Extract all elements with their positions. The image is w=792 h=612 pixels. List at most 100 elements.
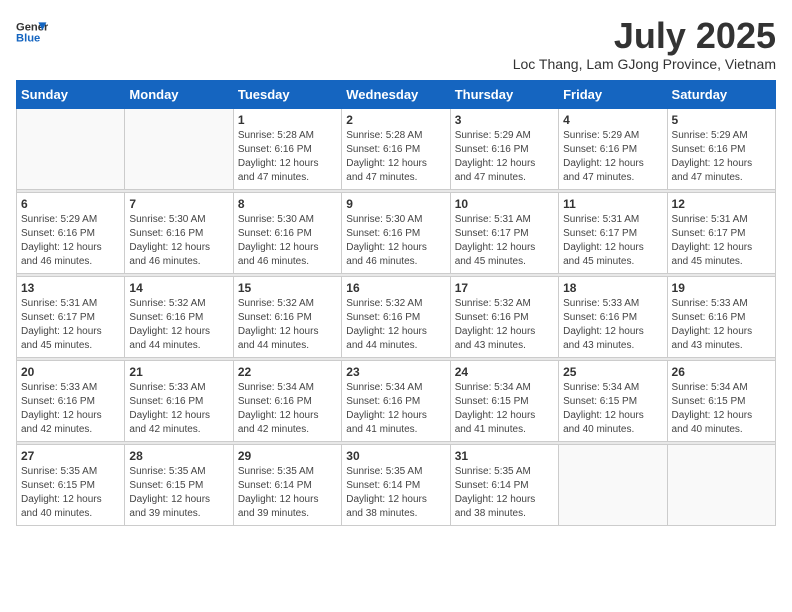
calendar-week-row: 13 Sunrise: 5:31 AM Sunset: 6:17 PM Dayli… [17,276,776,357]
day-info: Sunrise: 5:30 AM Sunset: 6:16 PM Dayligh… [129,213,228,269]
day-info: Sunrise: 5:34 AM Sunset: 6:16 PM Dayligh… [346,381,445,437]
day-number: 29 [238,449,337,463]
day-info: Sunrise: 5:34 AM Sunset: 6:15 PM Dayligh… [672,381,771,437]
day-number: 3 [455,113,554,127]
day-number: 25 [563,365,662,379]
day-number: 11 [563,197,662,211]
day-number: 13 [21,281,120,295]
weekday-header-saturday: Saturday [667,80,775,108]
calendar-week-row: 6 Sunrise: 5:29 AM Sunset: 6:16 PM Daylig… [17,192,776,273]
day-info: Sunrise: 5:34 AM Sunset: 6:16 PM Dayligh… [238,381,337,437]
calendar-cell [559,444,667,525]
day-number: 6 [21,197,120,211]
calendar-cell: 5 Sunrise: 5:29 AM Sunset: 6:16 PM Daylig… [667,108,775,189]
day-info: Sunrise: 5:35 AM Sunset: 6:14 PM Dayligh… [346,465,445,521]
logo-icon: General Blue [16,16,48,48]
day-info: Sunrise: 5:35 AM Sunset: 6:14 PM Dayligh… [455,465,554,521]
calendar-cell: 3 Sunrise: 5:29 AM Sunset: 6:16 PM Daylig… [450,108,558,189]
calendar-cell: 13 Sunrise: 5:31 AM Sunset: 6:17 PM Dayli… [17,276,125,357]
day-number: 21 [129,365,228,379]
calendar-table: SundayMondayTuesdayWednesdayThursdayFrid… [16,80,776,526]
day-info: Sunrise: 5:34 AM Sunset: 6:15 PM Dayligh… [563,381,662,437]
calendar-cell: 4 Sunrise: 5:29 AM Sunset: 6:16 PM Daylig… [559,108,667,189]
day-info: Sunrise: 5:33 AM Sunset: 6:16 PM Dayligh… [129,381,228,437]
calendar-cell [125,108,233,189]
calendar-cell: 22 Sunrise: 5:34 AM Sunset: 6:16 PM Dayli… [233,360,341,441]
day-number: 5 [672,113,771,127]
calendar-cell: 8 Sunrise: 5:30 AM Sunset: 6:16 PM Daylig… [233,192,341,273]
calendar-cell: 31Sunrise: 5:35 AM Sunset: 6:14 PM Dayli… [450,444,558,525]
location: Loc Thang, Lam GJong Province, Vietnam [513,56,776,72]
calendar-cell: 16 Sunrise: 5:32 AM Sunset: 6:16 PM Dayli… [342,276,450,357]
calendar-cell: 20 Sunrise: 5:33 AM Sunset: 6:16 PM Dayli… [17,360,125,441]
calendar-cell [17,108,125,189]
day-info: Sunrise: 5:30 AM Sunset: 6:16 PM Dayligh… [238,213,337,269]
day-info: Sunrise: 5:29 AM Sunset: 6:16 PM Dayligh… [455,129,554,185]
calendar-cell: 19 Sunrise: 5:33 AM Sunset: 6:16 PM Dayli… [667,276,775,357]
day-info: Sunrise: 5:33 AM Sunset: 6:16 PM Dayligh… [21,381,120,437]
day-info: Sunrise: 5:32 AM Sunset: 6:16 PM Dayligh… [346,297,445,353]
day-number: 15 [238,281,337,295]
weekday-header-row: SundayMondayTuesdayWednesdayThursdayFrid… [17,80,776,108]
month-year: July 2025 [513,16,776,56]
calendar-cell: 29 Sunrise: 5:35 AM Sunset: 6:14 PM Dayli… [233,444,341,525]
calendar-week-row: 27 Sunrise: 5:35 AM Sunset: 6:15 PM Dayli… [17,444,776,525]
calendar-cell: 2 Sunrise: 5:28 AM Sunset: 6:16 PM Daylig… [342,108,450,189]
day-info: Sunrise: 5:31 AM Sunset: 6:17 PM Dayligh… [563,213,662,269]
calendar-cell: 17 Sunrise: 5:32 AM Sunset: 6:16 PM Dayli… [450,276,558,357]
day-info: Sunrise: 5:32 AM Sunset: 6:16 PM Dayligh… [129,297,228,353]
day-info: Sunrise: 5:33 AM Sunset: 6:16 PM Dayligh… [672,297,771,353]
calendar-cell: 21 Sunrise: 5:33 AM Sunset: 6:16 PM Dayli… [125,360,233,441]
day-number: 30 [346,449,445,463]
svg-text:Blue: Blue [16,33,40,45]
calendar-cell [667,444,775,525]
calendar-cell: 1 Sunrise: 5:28 AM Sunset: 6:16 PM Daylig… [233,108,341,189]
day-number: 19 [672,281,771,295]
day-info: Sunrise: 5:28 AM Sunset: 6:16 PM Dayligh… [238,129,337,185]
day-info: Sunrise: 5:32 AM Sunset: 6:16 PM Dayligh… [455,297,554,353]
day-info: Sunrise: 5:33 AM Sunset: 6:16 PM Dayligh… [563,297,662,353]
weekday-header-thursday: Thursday [450,80,558,108]
weekday-header-monday: Monday [125,80,233,108]
day-info: Sunrise: 5:31 AM Sunset: 6:17 PM Dayligh… [21,297,120,353]
day-info: Sunrise: 5:29 AM Sunset: 6:16 PM Dayligh… [672,129,771,185]
day-number: 4 [563,113,662,127]
day-number: 14 [129,281,228,295]
calendar-week-row: 20 Sunrise: 5:33 AM Sunset: 6:16 PM Dayli… [17,360,776,441]
calendar-cell: 27 Sunrise: 5:35 AM Sunset: 6:15 PM Dayli… [17,444,125,525]
day-number: 27 [21,449,120,463]
day-number: 10 [455,197,554,211]
day-info: Sunrise: 5:35 AM Sunset: 6:15 PM Dayligh… [21,465,120,521]
day-number: 16 [346,281,445,295]
day-number: 17 [455,281,554,295]
calendar-cell: 10 Sunrise: 5:31 AM Sunset: 6:17 PM Dayli… [450,192,558,273]
day-info: Sunrise: 5:31 AM Sunset: 6:17 PM Dayligh… [672,213,771,269]
day-info: Sunrise: 5:28 AM Sunset: 6:16 PM Dayligh… [346,129,445,185]
day-number: 1 [238,113,337,127]
day-number: 20 [21,365,120,379]
day-number: 23 [346,365,445,379]
day-number: 2 [346,113,445,127]
calendar-cell: 6 Sunrise: 5:29 AM Sunset: 6:16 PM Daylig… [17,192,125,273]
calendar-cell: 9Sunrise: 5:30 AM Sunset: 6:16 PM Daylig… [342,192,450,273]
day-info: Sunrise: 5:29 AM Sunset: 6:16 PM Dayligh… [563,129,662,185]
weekday-header-wednesday: Wednesday [342,80,450,108]
day-info: Sunrise: 5:34 AM Sunset: 6:15 PM Dayligh… [455,381,554,437]
calendar-cell: 23 Sunrise: 5:34 AM Sunset: 6:16 PM Dayli… [342,360,450,441]
calendar-cell: 7Sunrise: 5:30 AM Sunset: 6:16 PM Daylig… [125,192,233,273]
day-number: 24 [455,365,554,379]
weekday-header-friday: Friday [559,80,667,108]
calendar-cell: 11 Sunrise: 5:31 AM Sunset: 6:17 PM Dayli… [559,192,667,273]
day-info: Sunrise: 5:31 AM Sunset: 6:17 PM Dayligh… [455,213,554,269]
weekday-header-tuesday: Tuesday [233,80,341,108]
day-info: Sunrise: 5:30 AM Sunset: 6:16 PM Dayligh… [346,213,445,269]
day-info: Sunrise: 5:35 AM Sunset: 6:14 PM Dayligh… [238,465,337,521]
day-info: Sunrise: 5:35 AM Sunset: 6:15 PM Dayligh… [129,465,228,521]
calendar-cell: 15Sunrise: 5:32 AM Sunset: 6:16 PM Dayli… [233,276,341,357]
day-number: 8 [238,197,337,211]
calendar-cell: 14 Sunrise: 5:32 AM Sunset: 6:16 PM Dayli… [125,276,233,357]
day-number: 26 [672,365,771,379]
day-info: Sunrise: 5:29 AM Sunset: 6:16 PM Dayligh… [21,213,120,269]
calendar-cell: 25 Sunrise: 5:34 AM Sunset: 6:15 PM Dayli… [559,360,667,441]
day-number: 22 [238,365,337,379]
